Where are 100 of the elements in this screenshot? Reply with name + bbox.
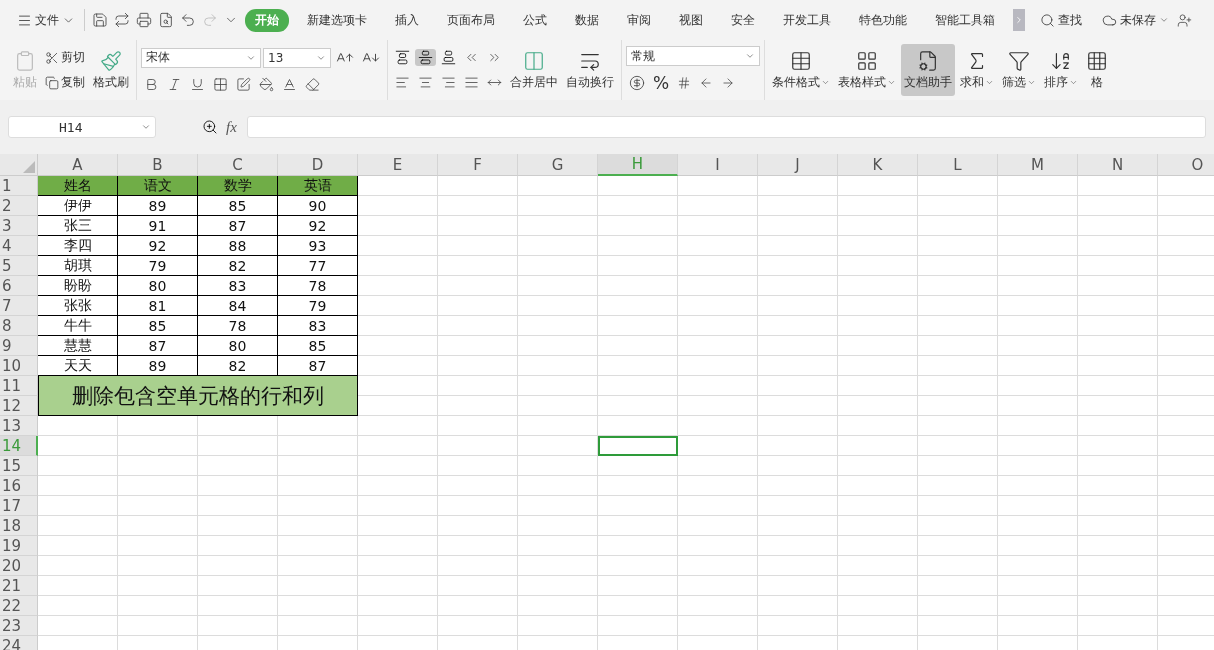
find-button[interactable]: 查找 — [1035, 8, 1087, 32]
ribbon-tab[interactable]: 页面布局 — [437, 8, 505, 32]
copy-button[interactable]: 复制 — [42, 73, 88, 92]
row-header[interactable]: 4 — [0, 236, 38, 256]
format-painter-button[interactable]: 格式刷 — [90, 44, 132, 96]
align-right-icon — [441, 75, 456, 90]
row-header[interactable]: 8 — [0, 316, 38, 336]
column-header[interactable]: B — [118, 154, 198, 176]
table-cell: 83 — [198, 276, 278, 296]
wrap-text-button[interactable]: 自动换行 — [563, 44, 617, 96]
cut-button[interactable]: 剪切 — [42, 48, 88, 67]
table-cell: 89 — [118, 356, 198, 376]
row-header[interactable]: 19 — [0, 536, 38, 556]
row-header[interactable]: 15 — [0, 456, 38, 476]
ribbon-tab[interactable]: 数据 — [565, 8, 609, 32]
font-name-select[interactable]: 宋体 — [141, 47, 261, 68]
header-cell: 英语 — [278, 176, 358, 196]
column-header[interactable]: A — [38, 154, 118, 176]
row-header[interactable]: 21 — [0, 576, 38, 596]
table-cell: 80 — [118, 276, 198, 296]
ribbon-tab[interactable]: 审阅 — [617, 8, 661, 32]
ribbon-tool-button[interactable]: 文档助手 — [901, 44, 955, 96]
row-header[interactable]: 13 — [0, 416, 38, 436]
row-header[interactable]: 11 — [0, 376, 38, 396]
column-header[interactable]: E — [358, 154, 438, 176]
ribbon-tab[interactable]: 新建选项卡 — [297, 8, 377, 32]
ribbon-tool-button[interactable]: 表格样式 — [835, 44, 899, 96]
percent-button[interactable]: % — [650, 72, 673, 94]
row-header[interactable]: 3 — [0, 216, 38, 236]
row-header[interactable]: 5 — [0, 256, 38, 276]
file-menu[interactable]: 文件 — [12, 8, 80, 32]
ribbon-tab[interactable]: 智能工具箱 — [925, 8, 1005, 32]
formula-input[interactable] — [246, 116, 1206, 138]
row-header[interactable]: 6 — [0, 276, 38, 296]
row-header[interactable]: 7 — [0, 296, 38, 316]
table-cell: 91 — [118, 216, 198, 236]
ribbon-tab[interactable]: 安全 — [721, 8, 765, 32]
ribbon-tab[interactable]: 插入 — [385, 8, 429, 32]
column-header[interactable]: J — [758, 154, 838, 176]
ribbon-tool-button[interactable]: 排序 — [1041, 44, 1081, 96]
column-header[interactable]: G — [518, 154, 598, 176]
repeat-icon — [114, 12, 130, 28]
grid-icon — [1086, 49, 1108, 72]
column-header[interactable]: C — [198, 154, 278, 176]
ribbon-tab[interactable]: 特色功能 — [849, 8, 917, 32]
function-label[interactable]: fx — [226, 118, 237, 136]
ribbon-tool-button[interactable]: 筛选 — [999, 44, 1039, 96]
row-header[interactable]: 1 — [0, 176, 38, 196]
table-cell: 79 — [118, 256, 198, 276]
row-header[interactable]: 24 — [0, 636, 38, 650]
ribbon-tool-button[interactable]: 条件格式 — [769, 44, 833, 96]
row-header[interactable]: 16 — [0, 476, 38, 496]
align-middle-icon — [418, 50, 433, 65]
column-header[interactable]: L — [918, 154, 998, 176]
file-search-icon — [158, 12, 174, 28]
save-status-button[interactable]: 未保存 — [1097, 8, 1174, 32]
ribbon-tab[interactable]: 公式 — [513, 8, 557, 32]
column-header[interactable]: K — [838, 154, 918, 176]
row-header[interactable]: 17 — [0, 496, 38, 516]
column-header[interactable]: I — [678, 154, 758, 176]
table-cell: 93 — [278, 236, 358, 256]
column-header[interactable]: M — [998, 154, 1078, 176]
table-cell: 79 — [278, 296, 358, 316]
column-header[interactable]: D — [278, 154, 358, 176]
ribbon-tool-button[interactable]: 求和 — [957, 44, 997, 96]
arrow-right-icon — [721, 76, 736, 90]
brush-icon — [100, 49, 122, 72]
table-cell: 80 — [198, 336, 278, 356]
ribbon-tool-button[interactable]: 格 — [1083, 44, 1111, 96]
row-header[interactable]: 10 — [0, 356, 38, 376]
table-cell: 伊伊 — [38, 196, 118, 216]
number-format-select[interactable]: 常规 — [626, 46, 760, 66]
ribbon-tab[interactable]: 视图 — [669, 8, 713, 32]
row-header[interactable]: 20 — [0, 556, 38, 576]
column-header[interactable]: N — [1078, 154, 1158, 176]
row-header[interactable]: 12 — [0, 396, 38, 416]
vertical-align-button[interactable] — [415, 49, 436, 66]
merge-center-button[interactable]: 合并居中 — [507, 44, 561, 96]
table-cell: 李四 — [38, 236, 118, 256]
header-cell: 数学 — [198, 176, 278, 196]
chevron-right-icon — [1014, 15, 1024, 25]
column-header[interactable]: F — [438, 154, 518, 176]
row-header[interactable]: 2 — [0, 196, 38, 216]
align-bottom-icon — [441, 50, 456, 65]
name-box[interactable]: H14 — [8, 116, 156, 138]
column-header[interactable]: O — [1158, 154, 1214, 176]
table-cell: 天天 — [38, 356, 118, 376]
header-cell: 语文 — [118, 176, 198, 196]
font-size-select[interactable]: 13 — [263, 47, 331, 68]
selected-cell[interactable] — [598, 436, 678, 456]
italic-icon — [167, 76, 182, 92]
table-cell: 慧慧 — [38, 336, 118, 356]
row-header[interactable]: 23 — [0, 616, 38, 636]
table-cell: 81 — [118, 296, 198, 316]
ribbon-tab[interactable]: 开发工具 — [773, 8, 841, 32]
row-header[interactable]: 18 — [0, 516, 38, 536]
row-header[interactable]: 22 — [0, 596, 38, 616]
paint-bucket-icon — [259, 76, 274, 92]
table-cell: 盼盼 — [38, 276, 118, 296]
row-header[interactable]: 9 — [0, 336, 38, 356]
